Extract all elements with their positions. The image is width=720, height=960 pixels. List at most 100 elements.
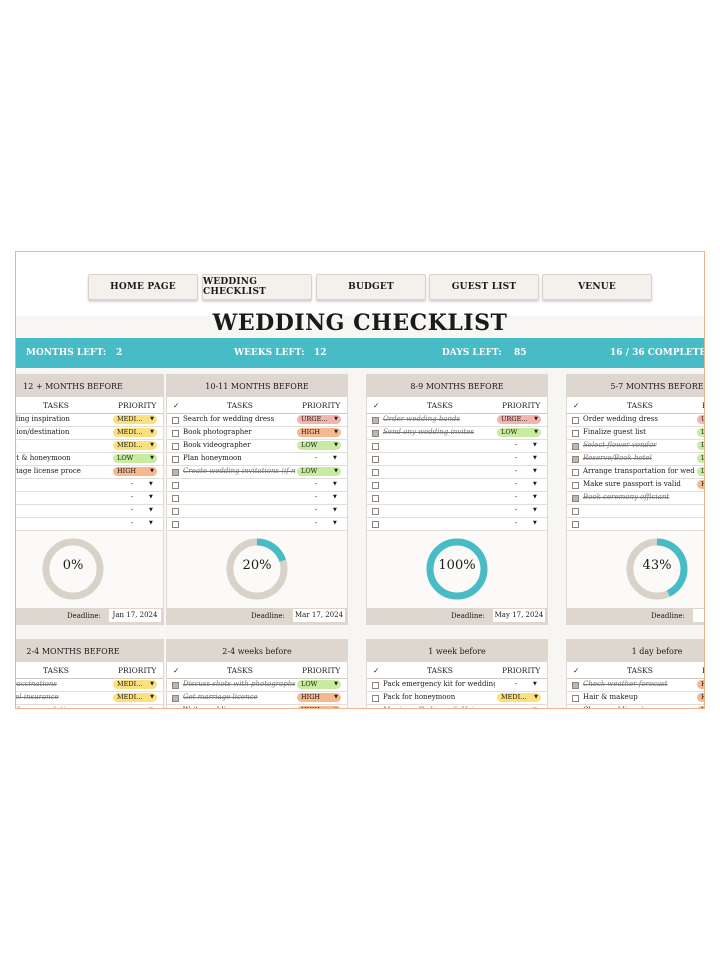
priority-empty[interactable]: -	[515, 441, 517, 449]
task-text[interactable]: marriage license proce	[16, 467, 111, 475]
task-checkbox[interactable]	[572, 456, 579, 463]
priority-empty[interactable]: -	[515, 467, 517, 475]
task-text[interactable]: Book videographer	[183, 441, 295, 449]
task-text[interactable]: Order wedding dress	[583, 415, 695, 423]
priority-dropdown[interactable]: URGE...▼	[697, 415, 704, 424]
task-checkbox[interactable]	[372, 456, 379, 463]
task-checkbox[interactable]	[372, 708, 379, 709]
priority-empty[interactable]: -	[515, 493, 517, 501]
priority-dropdown[interactable]: LOW▼	[297, 680, 341, 689]
priority-empty[interactable]: -	[131, 480, 133, 488]
task-text[interactable]: Book photographer	[183, 428, 295, 436]
task-checkbox[interactable]	[172, 521, 179, 528]
task-checkbox[interactable]	[372, 443, 379, 450]
priority-empty[interactable]: -	[315, 506, 317, 514]
task-text[interactable]: Reserve/Book hotel	[583, 454, 695, 462]
priority-dropdown[interactable]: MEDI... ▼	[113, 680, 157, 689]
task-checkbox[interactable]	[172, 469, 179, 476]
task-text[interactable]: avel & accomodation	[16, 706, 111, 708]
task-checkbox[interactable]	[572, 417, 579, 424]
nav-budget-button[interactable]: BUDGET	[316, 274, 426, 300]
priority-dropdown[interactable]: LOW▼	[697, 454, 704, 463]
nav-guest-list-button[interactable]: GUEST LIST	[429, 274, 539, 300]
deadline-value[interactable]: Mar 17, 2024	[293, 609, 345, 622]
priority-empty[interactable]: -	[131, 493, 133, 501]
task-text[interactable]: Pack for honeymoon	[383, 693, 495, 701]
priority-empty[interactable]: -	[315, 480, 317, 488]
task-text[interactable]: Hair & makeup	[583, 693, 695, 701]
task-checkbox[interactable]	[372, 682, 379, 689]
task-text[interactable]: location/destination	[16, 428, 111, 436]
priority-empty[interactable]: -	[315, 519, 317, 527]
task-checkbox[interactable]	[572, 708, 579, 709]
priority-dropdown[interactable]: LOW▼	[297, 467, 341, 476]
nav-home-page-button[interactable]: HOME PAGE	[88, 274, 198, 300]
priority-empty[interactable]: -	[315, 454, 317, 462]
task-checkbox[interactable]	[372, 430, 379, 437]
task-checkbox[interactable]	[572, 430, 579, 437]
task-text[interactable]: Search for wedding dress	[183, 415, 295, 423]
task-text[interactable]: Clean wedding rings	[583, 706, 695, 708]
task-checkbox[interactable]	[172, 443, 179, 450]
nav-wedding-checklist-button[interactable]: WEDDING CHECKLIST	[202, 274, 312, 300]
task-checkbox[interactable]	[572, 495, 579, 502]
priority-dropdown[interactable]: LOW▼	[697, 467, 704, 476]
priority-dropdown[interactable]: MEDI... ▼	[113, 693, 157, 702]
task-text[interactable]: ary vaccinations	[16, 680, 111, 688]
priority-empty[interactable]: -	[131, 706, 133, 708]
priority-dropdown[interactable]: LOW▼	[113, 454, 157, 463]
priority-dropdown[interactable]: MEDI... ▼	[113, 428, 157, 437]
priority-empty[interactable]: -	[315, 493, 317, 501]
priority-dropdown[interactable]: HIGH▼	[297, 706, 341, 708]
deadline-value[interactable]: A	[693, 609, 704, 622]
priority-dropdown[interactable]: LOW▼	[697, 441, 704, 450]
task-text[interactable]: Check weather forecast	[583, 680, 695, 688]
task-text[interactable]: Plan honeymoon	[183, 454, 295, 462]
task-checkbox[interactable]	[372, 695, 379, 702]
task-text[interactable]: Write wedding vows	[183, 706, 295, 708]
task-checkbox[interactable]	[172, 695, 179, 702]
priority-dropdown[interactable]: HIGH▼	[113, 467, 157, 476]
priority-empty[interactable]: -	[131, 519, 133, 527]
task-text[interactable]: Discuss shots with photographer	[183, 680, 295, 688]
task-checkbox[interactable]	[572, 521, 579, 528]
task-checkbox[interactable]	[372, 469, 379, 476]
task-checkbox[interactable]	[372, 521, 379, 528]
task-text[interactable]: Order wedding bands	[383, 415, 495, 423]
priority-empty[interactable]: -	[515, 454, 517, 462]
priority-dropdown[interactable]: MEDI... ▼	[497, 693, 541, 702]
priority-dropdown[interactable]: HIGH▼	[297, 428, 341, 437]
priority-dropdown[interactable]: MEDI... ▼	[113, 441, 157, 450]
task-text[interactable]: Create wedding invitations (if nee	[183, 467, 295, 475]
priority-dropdown[interactable]: URGE...▼	[497, 415, 541, 424]
task-checkbox[interactable]	[572, 469, 579, 476]
task-checkbox[interactable]	[572, 682, 579, 689]
task-text[interactable]: Finalize guest list	[583, 428, 695, 436]
nav-venue-button[interactable]: VENUE	[542, 274, 652, 300]
task-checkbox[interactable]	[572, 443, 579, 450]
priority-dropdown[interactable]: LOW▼	[297, 441, 341, 450]
task-checkbox[interactable]	[372, 482, 379, 489]
task-checkbox[interactable]	[172, 495, 179, 502]
deadline-value[interactable]: May 17, 2024	[493, 609, 545, 622]
priority-empty[interactable]: -	[515, 680, 517, 688]
priority-dropdown[interactable]: HIGH▼	[697, 693, 704, 702]
task-text[interactable]: Send any wedding invites	[383, 428, 495, 436]
priority-dropdown[interactable]: HIGH▼	[697, 706, 704, 708]
task-text[interactable]: Make sure passport is valid	[583, 480, 695, 488]
task-text[interactable]: Manicure/Pedicure & Hair	[383, 706, 495, 708]
task-checkbox[interactable]	[172, 456, 179, 463]
priority-dropdown[interactable]: HIGH▼	[697, 680, 704, 689]
priority-dropdown[interactable]: MEDI... ▼	[113, 415, 157, 424]
task-text[interactable]: Pack emergency kit for wedding	[383, 680, 495, 688]
task-checkbox[interactable]	[172, 708, 179, 709]
task-text[interactable]: Book ceremony officiant	[583, 493, 695, 501]
task-checkbox[interactable]	[372, 417, 379, 424]
priority-empty[interactable]: -	[131, 506, 133, 514]
task-text[interactable]: wedding inspiration	[16, 415, 111, 423]
task-text[interactable]: Travel insurance	[16, 693, 111, 701]
priority-dropdown[interactable]: URGE...▼	[297, 415, 341, 424]
task-text[interactable]: Get marriage licence	[183, 693, 295, 701]
task-checkbox[interactable]	[172, 430, 179, 437]
task-checkbox[interactable]	[372, 495, 379, 502]
